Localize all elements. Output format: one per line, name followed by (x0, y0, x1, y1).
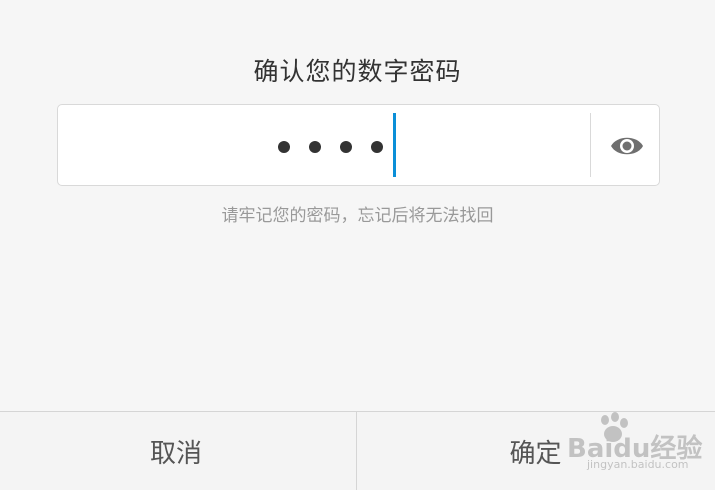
pin-dots (278, 141, 383, 153)
confirm-pin-dialog: 确认您的数字密码 请牢记您的密码，忘记后将无法找回 取消 确定 Baidu经验 … (0, 0, 715, 490)
baidu-jingyan-watermark: Baidu经验 jingyan.baidu.com (545, 410, 710, 480)
dialog-title: 确认您的数字密码 (253, 57, 462, 86)
pin-dot (371, 141, 383, 153)
field-divider (590, 113, 591, 177)
cancel-button[interactable]: 取消 (0, 412, 357, 490)
eye-icon[interactable] (609, 132, 645, 160)
text-caret (393, 113, 396, 177)
pin-dot (340, 141, 352, 153)
pin-input-field[interactable] (57, 104, 660, 186)
watermark-url: jingyan.baidu.com (587, 458, 689, 471)
pin-dot (309, 141, 321, 153)
pin-dot (278, 141, 290, 153)
password-hint: 请牢记您的密码，忘记后将无法找回 (221, 206, 494, 226)
